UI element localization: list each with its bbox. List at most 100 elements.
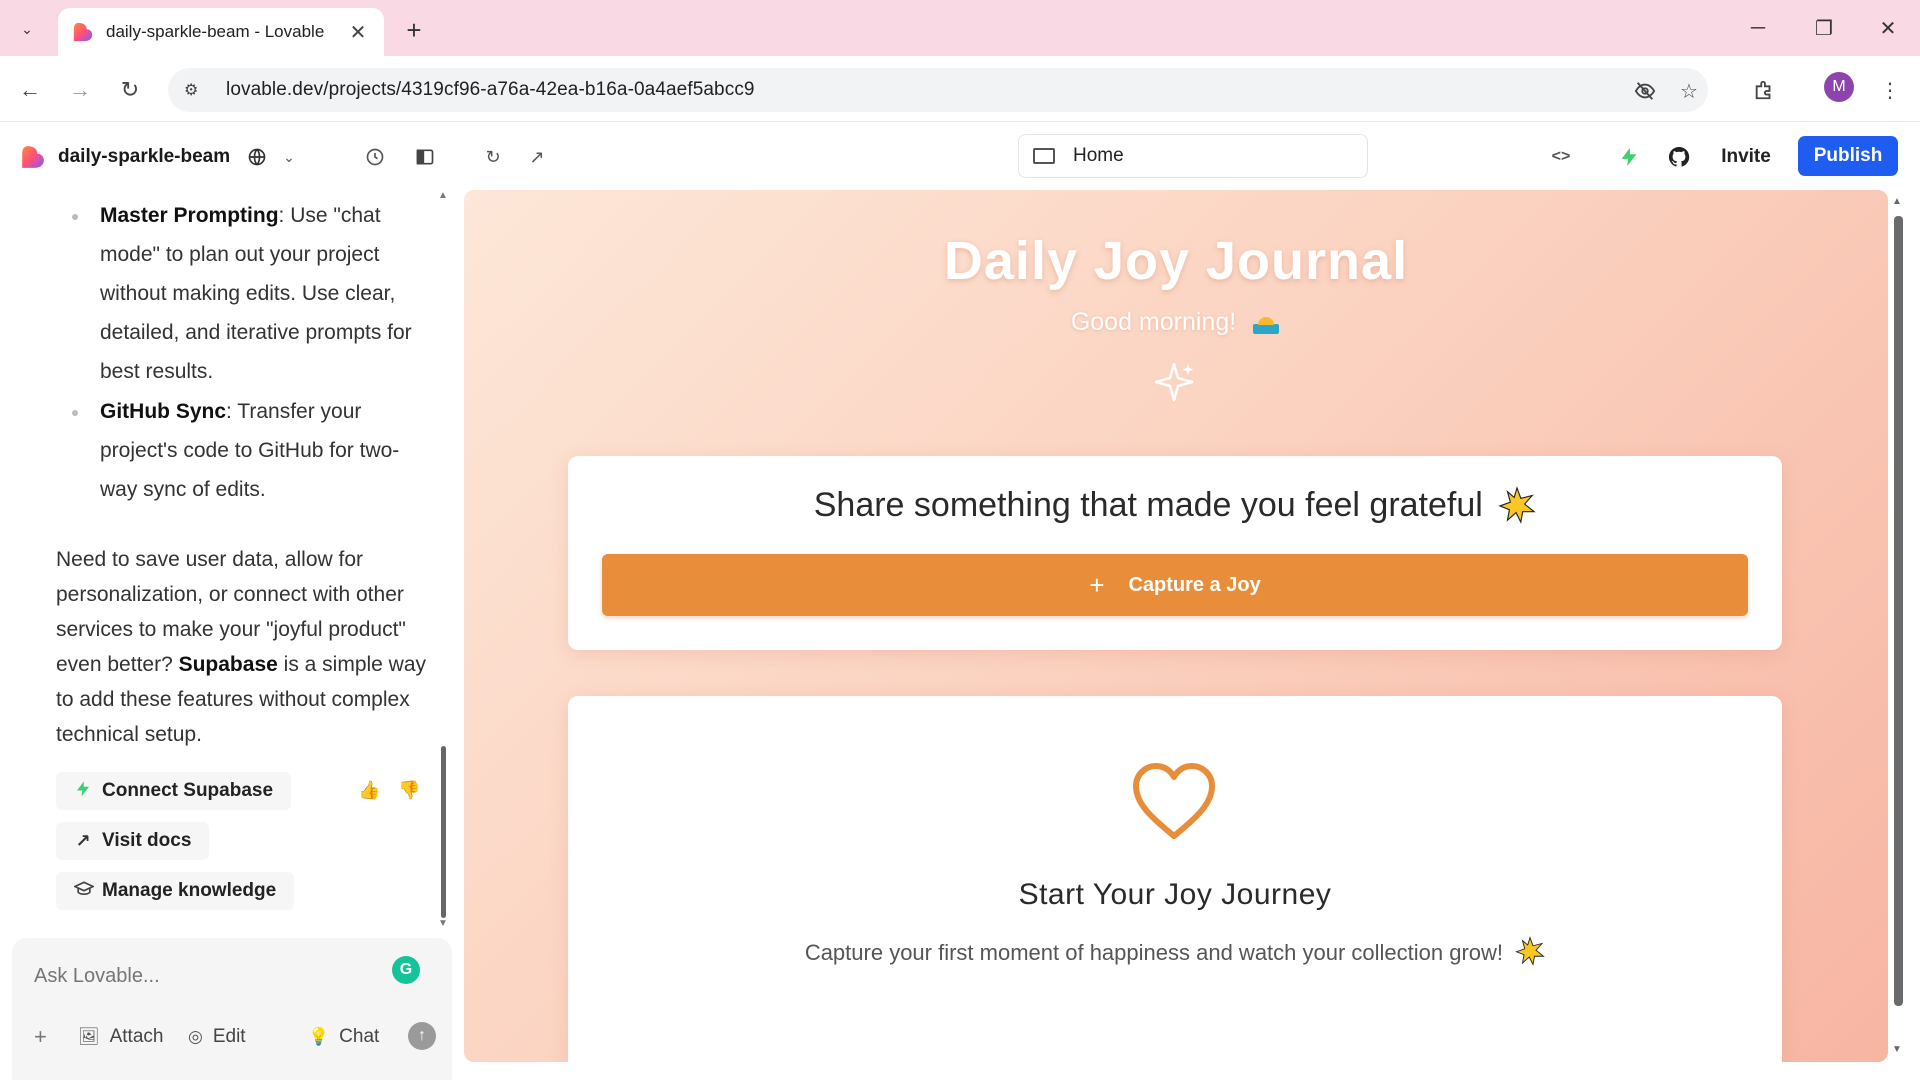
empty-state-title: Start Your Joy Journey [1018, 878, 1332, 911]
tab-close-icon[interactable]: ✕ [346, 20, 370, 45]
preview-scrollbar-thumb[interactable] [1894, 216, 1903, 1006]
capture-joy-label: Capture a Joy [1128, 573, 1261, 596]
route-text: Home [1073, 145, 1124, 166]
chat-composer: G + 🖼 Attach ◎ Edit 💡 Chat ↑ [12, 938, 452, 1080]
connect-supabase-button[interactable]: Connect Supabase [56, 772, 292, 810]
project-name[interactable]: daily-sparkle-beam [58, 146, 230, 168]
bullet-title: Master Prompting [100, 204, 279, 227]
tab-search-chevron-icon[interactable]: ⌄ [10, 12, 44, 46]
bullet-title: GitHub Sync [100, 400, 227, 423]
browser-toolbar: ← → ↻ ⚙ lovable.dev/projects/4319cf96-a7… [0, 56, 1920, 122]
url-text[interactable]: lovable.dev/projects/4319cf96-a76a-42ea-… [226, 79, 755, 101]
browser-tab-active[interactable]: daily-sparkle-beam - Lovable ✕ [58, 8, 384, 56]
arrow-up-right-icon: ↗ [75, 830, 91, 851]
plus-icon: + [1089, 569, 1105, 600]
browser-menu-icon[interactable]: ⋮ [1872, 72, 1908, 108]
send-arrow-icon[interactable]: ↑ [408, 1022, 436, 1050]
add-plus-icon[interactable]: + [34, 1020, 47, 1054]
globe-icon[interactable] [242, 142, 272, 172]
invite-button[interactable]: Invite [1706, 138, 1786, 176]
bullet-master-prompting: Master Prompting: Use "chat mode" to pla… [100, 196, 430, 391]
lightbulb-icon: 💡 [308, 1027, 330, 1046]
edit-button[interactable]: ◎ Edit [188, 1020, 246, 1054]
sunrise-emoji-icon [1253, 317, 1280, 334]
window-close-icon[interactable]: ✕ [1868, 10, 1908, 46]
supabase-paragraph: Need to save user data, allow for person… [56, 542, 436, 752]
monitor-icon [1033, 148, 1055, 164]
eye-off-icon[interactable] [1630, 76, 1660, 106]
thumbs-down-icon[interactable]: 👎 [398, 780, 420, 801]
scroll-up-arrow-icon[interactable]: ▲ [438, 190, 448, 201]
app-header: daily-sparkle-beam ⌄ ↻ ↗ Home <> Invite … [0, 122, 1920, 190]
chat-scrollbar-thumb[interactable] [441, 746, 446, 918]
chat-panel: Master Prompting: Use "chat mode" to pla… [0, 190, 460, 1080]
manage-knowledge-label: Manage knowledge [102, 880, 277, 901]
route-selector[interactable]: Home [1018, 134, 1368, 178]
attach-button[interactable]: 🖼 Attach [78, 1020, 163, 1054]
chat-messages[interactable]: Master Prompting: Use "chat mode" to pla… [0, 190, 450, 930]
bullet-dot [72, 214, 78, 220]
attach-label: Attach [109, 1026, 164, 1047]
empty-state-subtitle-text: Capture your first moment of happiness a… [804, 940, 1504, 965]
bullet-text: : Use "chat mode" to plan out your proje… [100, 204, 412, 383]
preview-greeting: Good morning! [464, 308, 1888, 337]
edit-label: Edit [212, 1026, 246, 1047]
forward-arrow-icon[interactable]: → [62, 72, 98, 108]
new-tab-plus-icon[interactable]: + [396, 12, 432, 48]
chat-mode-button[interactable]: 💡 Chat [308, 1020, 379, 1054]
thumbs-up-icon[interactable]: 👍 [358, 780, 380, 801]
empty-state-subtitle: Capture your first moment of happiness a… [568, 936, 1782, 966]
share-card: Share something that made you feel grate… [568, 456, 1782, 650]
open-external-icon[interactable]: ↗ [522, 142, 552, 172]
address-bar[interactable]: ⚙ lovable.dev/projects/4319cf96-a76a-42e… [168, 68, 1708, 112]
image-icon: 🖼 [78, 1027, 100, 1046]
share-card-title: Share something that made you feel grate… [568, 486, 1782, 525]
bullet-github-sync: GitHub Sync: Transfer your project's cod… [100, 392, 430, 509]
glowing-star-icon [1498, 486, 1536, 524]
bolt-icon [74, 780, 92, 803]
grammarly-icon[interactable]: G [392, 956, 420, 984]
preview-title: Daily Joy Journal [943, 231, 1409, 291]
visit-docs-label: Visit docs [102, 830, 192, 851]
preview-scroll-down-icon[interactable]: ▼ [1892, 1044, 1902, 1055]
back-arrow-icon[interactable]: ← [12, 72, 48, 108]
preview-refresh-icon[interactable]: ↻ [478, 142, 508, 172]
sidebar-toggle-icon[interactable] [410, 142, 440, 172]
bullet-dot [72, 410, 78, 416]
supabase-bolt-icon[interactable] [1614, 142, 1644, 172]
extensions-icon[interactable] [1746, 72, 1782, 108]
minimize-icon[interactable]: ─ [1738, 10, 1778, 46]
visit-docs-button[interactable]: ↗ Visit docs [56, 822, 210, 860]
site-settings-icon[interactable]: ⚙ [184, 80, 208, 100]
connect-supabase-label: Connect Supabase [102, 780, 274, 801]
greeting-text: Good morning! [1070, 308, 1237, 336]
share-card-title-text: Share something that made you feel grate… [813, 486, 1483, 524]
sparkle-icon [1154, 362, 1194, 402]
profile-avatar[interactable]: M [1824, 72, 1854, 102]
glowing-star-icon [1515, 936, 1545, 966]
reload-icon[interactable]: ↻ [112, 72, 148, 108]
para-bold: Supabase [178, 653, 278, 676]
empty-state-card: Start Your Joy Journey Capture your firs… [568, 696, 1782, 1062]
chat-label: Chat [339, 1026, 380, 1047]
lovable-logo-icon[interactable] [20, 144, 46, 170]
bookmark-star-icon[interactable]: ☆ [1674, 76, 1704, 106]
github-icon[interactable] [1664, 142, 1694, 172]
browser-tabstrip: ⌄ daily-sparkle-beam - Lovable ✕ + ─ ❐ ✕ [0, 0, 1920, 56]
publish-button[interactable]: Publish [1798, 136, 1898, 176]
tab-title: daily-sparkle-beam - Lovable [106, 22, 325, 41]
project-chevron-down-icon[interactable]: ⌄ [274, 142, 304, 172]
target-icon: ◎ [188, 1027, 203, 1046]
lovable-favicon-icon [73, 22, 93, 42]
capture-joy-button[interactable]: + Capture a Joy [602, 554, 1748, 616]
restore-icon[interactable]: ❐ [1804, 10, 1844, 46]
preview-scroll-up-icon[interactable]: ▲ [1892, 196, 1902, 207]
scroll-down-arrow-icon[interactable]: ▼ [438, 918, 448, 929]
ask-lovable-input[interactable] [34, 958, 374, 994]
app-preview: Daily Joy Journal Good morning! Share so… [464, 190, 1888, 1062]
history-icon[interactable] [360, 142, 390, 172]
graduation-cap-icon [72, 880, 96, 903]
manage-knowledge-button[interactable]: Manage knowledge [56, 872, 295, 910]
code-view-icon[interactable]: <> [1546, 142, 1576, 172]
heart-icon [1133, 763, 1215, 839]
